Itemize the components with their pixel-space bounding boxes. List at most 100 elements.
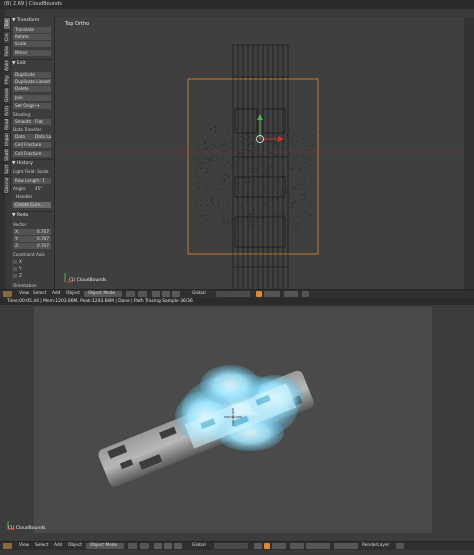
menu-add[interactable]: Add [54,543,62,549]
cell-fracture-button-2[interactable]: Cell Fracture [13,151,51,157]
tab-relations[interactable]: Rela [3,45,11,58]
render-viewport[interactable]: (1) CloudBounds [0,305,474,541]
set-origin-dropdown[interactable]: Set Origin ▾ [13,103,51,109]
tab-shatter[interactable]: Shatt [3,148,11,162]
menu-object[interactable]: Object [66,291,80,297]
snap-icon[interactable] [256,291,262,297]
mirror-button[interactable]: Mirror [13,50,51,56]
z-value: 0.707 [37,243,49,248]
tab-grease-pencil[interactable]: Grease [3,87,11,103]
render-icon[interactable] [302,291,309,297]
vector-label: Vector [13,222,27,227]
scale-button[interactable]: Scale [13,41,51,47]
delete-button[interactable]: Delete [13,86,51,92]
tab-import[interactable]: Import [3,132,11,147]
tab-obscurer[interactable]: Obscurer [3,176,11,194]
history-item[interactable]: Angle: [13,186,26,191]
edit-panel-header[interactable]: ▼ Edit [12,61,53,67]
menu-object[interactable]: Object [68,543,82,549]
camera-icon[interactable] [396,543,404,549]
menu-view[interactable]: View [19,543,29,549]
tool-shelf: ▼ Transform Translate Rotate Scale Mirro… [11,17,55,290]
proportional-dropdown[interactable] [290,543,304,549]
divider [12,159,53,160]
tab-archipack[interactable]: Arch [3,104,11,117]
orientation-dropdown[interactable]: Global [192,543,206,549]
history-panel-header[interactable]: ▼ History [12,161,53,167]
rotate-toggle[interactable] [174,543,182,549]
orientation-dropdown[interactable]: Global [192,291,206,297]
proportional-dropdown[interactable] [284,291,298,297]
join-button[interactable]: Join [13,95,51,101]
data-layout-button[interactable]: Data La [33,134,51,140]
cell-fracture-button[interactable]: Cell Fracture [13,142,51,148]
tab-sort[interactable]: Sort [3,163,11,175]
translate-toggle[interactable] [164,543,172,549]
rotate-toggle[interactable] [172,291,180,297]
y-value: 0.707 [37,236,49,241]
onion-dropdown[interactable] [306,543,330,549]
layer-buttons[interactable] [214,543,248,549]
tab-read[interactable]: Read [3,118,11,131]
tab-animation[interactable]: Anim [3,59,11,72]
manipulator-toggle[interactable] [152,291,160,297]
snap-icon[interactable] [264,543,270,549]
vector-y-field[interactable]: Y: 0.707 [13,236,51,242]
duplicate-button[interactable]: Duplicate [13,72,51,78]
rotate-button[interactable]: Rotate [13,34,51,40]
history-item-active[interactable]: Create Curv... [13,202,51,208]
editor-type-icon[interactable] [3,291,12,297]
snap-target-dropdown[interactable] [272,543,286,549]
shading-dropdown[interactable] [128,543,137,549]
menu-select[interactable]: Select [33,291,46,297]
particle-scatter [195,127,315,228]
angle-value: 45° [35,186,43,191]
history-item[interactable]: Handler [16,194,33,199]
mode-label: Object Mode [88,291,116,296]
pivot-dropdown[interactable] [140,543,149,549]
shading-label: Shading: [13,112,32,117]
properties-strip[interactable] [464,17,474,290]
history-item[interactable]: Light Field: Scale [13,169,48,174]
constraint-x-checkbox[interactable]: X [13,259,22,264]
render-layer-dropdown[interactable]: RenderLayer [362,543,389,549]
y-label: Y: [15,236,19,241]
shading-flat-button[interactable]: Flat [33,119,51,125]
pivot-dropdown[interactable] [138,291,147,297]
shading-dropdown[interactable] [126,291,135,297]
duplicate-linked-button[interactable]: Duplicate Linked [13,79,51,85]
viewport-header-top: View Select Add Object Object Mode Globa… [0,289,474,298]
menu-select[interactable]: Select [35,543,48,549]
snap-target-dropdown[interactable] [264,291,280,297]
vector-x-field[interactable]: X: 0.707 [13,229,51,235]
translate-button[interactable]: Translate [13,27,51,33]
manipulator-toggle[interactable] [154,543,162,549]
object-name-label: (1) CloudBounds [8,526,46,531]
mode-label: Object Mode [90,543,118,548]
translate-toggle[interactable] [162,291,170,297]
window-title: (B) 2.69 | CloudBounds [0,0,474,9]
3d-viewport[interactable]: Top Ortho (1) CloudBounds [55,17,464,290]
menu-view[interactable]: View [19,291,29,297]
viewport-header-bottom: View Select Add Object Object Mode Globa… [0,541,474,550]
tab-physics[interactable]: Phy [3,73,11,86]
divider [12,59,53,60]
tab-tools[interactable]: Too [3,17,11,30]
data-button[interactable]: Data [13,134,33,140]
tab-create[interactable]: Cre [3,31,11,44]
layer-buttons[interactable] [216,291,250,297]
lock-icon[interactable] [254,543,262,549]
z-label: Z: [15,243,20,248]
history-item[interactable]: Raw Length: 1 [13,178,51,184]
shading-smooth-button[interactable]: Smooth [13,119,33,125]
redo-panel-header[interactable]: ▼ Redo [12,213,53,219]
constraint-z-checkbox[interactable]: Z [13,273,22,278]
divider [12,211,53,212]
constraint-y-checkbox[interactable]: Y [13,266,22,271]
editor-type-icon[interactable] [3,543,12,549]
render-status: Time:00:05.44 | Mem:1203.66M, Peak:1203.… [0,298,474,305]
transform-panel-header[interactable]: ▼ Transform [12,18,53,24]
vector-z-field[interactable]: Z: 0.707 [13,243,51,249]
menu-add[interactable]: Add [52,291,60,297]
render-toggle[interactable] [334,543,358,549]
